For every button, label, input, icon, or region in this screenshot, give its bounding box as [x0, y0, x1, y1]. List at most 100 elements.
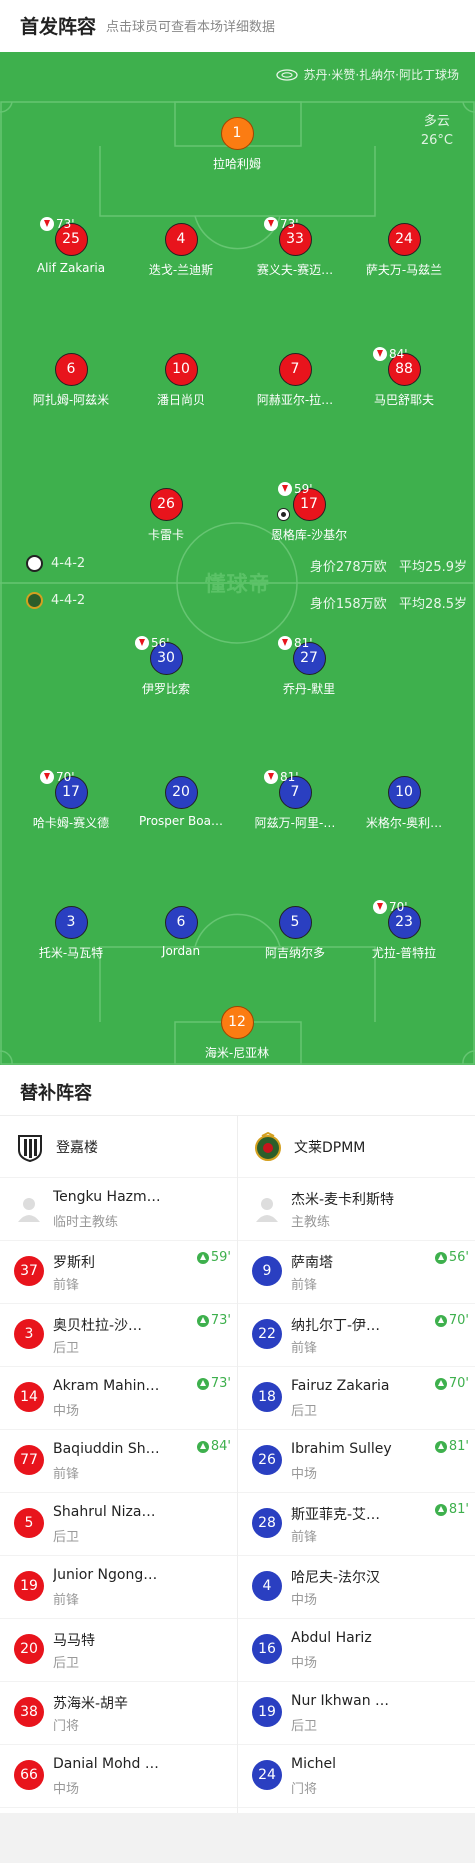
player-marker[interactable]: 30 56' 伊罗比索: [111, 636, 221, 697]
sub-player-position: 前锋: [53, 1278, 80, 1293]
sub-off-icon: [278, 482, 292, 496]
sub-player-position: 中场: [53, 1404, 80, 1419]
away-coach-name: 杰米-麦卡利斯特: [291, 1192, 395, 1208]
sub-off-badge: 70': [40, 770, 75, 784]
sub-on-time: 70': [448, 1376, 469, 1391]
sub-player-position: 前锋: [53, 1467, 80, 1482]
home-value-info: 身价278万欧 平均25.9岁: [310, 556, 467, 575]
sub-off-time: 81': [280, 770, 299, 784]
player-marker[interactable]: 6 Jordan: [126, 906, 236, 958]
player-marker[interactable]: 27 81' 乔丹-默里: [254, 636, 364, 697]
sub-player-number: 9: [252, 1256, 282, 1286]
home-coach[interactable]: Tengku Hazman 临时主教练: [0, 1178, 237, 1241]
sub-player-row[interactable]: 28 斯亚菲克-艾… 前锋 81': [238, 1493, 475, 1556]
away-team-logo-icon: [255, 1131, 281, 1161]
sub-off-icon: [40, 217, 54, 231]
sub-player-name: Abdul Hariz: [291, 1630, 372, 1646]
sub-player-row[interactable]: 14 Akram Mahinan 中场 73': [0, 1367, 237, 1430]
sub-player-row[interactable]: 26 Ibrahim Sulley 中场 81': [238, 1430, 475, 1493]
sub-player-position: 后卫: [291, 1719, 318, 1734]
player-marker[interactable]: 10 潘日尚贝: [126, 353, 236, 408]
sub-player-row[interactable]: 18 Fairuz Zakaria 后卫 70': [238, 1367, 475, 1430]
player-name: 尤拉-普特拉: [371, 946, 437, 960]
sub-off-time: 70': [56, 770, 75, 784]
player-marker[interactable]: 12 海米-尼亚林: [182, 1006, 292, 1061]
sub-off-badge: 70': [373, 900, 408, 914]
player-name: 阿扎姆-阿兹米: [32, 393, 110, 407]
player-marker[interactable]: 1 拉哈利姆: [182, 117, 292, 172]
player-number: 6: [164, 906, 198, 939]
sub-player-number: 3: [14, 1319, 44, 1349]
player-marker[interactable]: 7 阿赫亚尔-拉…: [240, 353, 350, 408]
home-team-row[interactable]: 登嘉楼: [0, 1116, 237, 1178]
player-marker[interactable]: 6 阿扎姆-阿兹米: [16, 353, 126, 408]
player-marker[interactable]: 17 70' 哈卡姆-赛义德: [16, 770, 126, 831]
venue: 苏丹·米赞·扎纳尔·阿比丁球场: [275, 66, 459, 83]
player-marker[interactable]: 7 81' 阿兹万-阿里-…: [240, 770, 350, 831]
player-name: 米格尔-奥利…: [365, 816, 443, 830]
sub-on-icon: [196, 1251, 209, 1264]
away-coach[interactable]: 杰米-麦卡利斯特 主教练: [238, 1178, 475, 1241]
away-formation: 4-4-2: [26, 592, 85, 609]
sub-player-row[interactable]: 24 Michel 门将: [238, 1745, 475, 1808]
sub-off-badge: 73': [40, 217, 75, 231]
sub-player-row[interactable]: 22 纳扎尔丁-伊… 前锋 70': [238, 1304, 475, 1367]
sub-player-number: 19: [252, 1697, 282, 1727]
sub-player-row[interactable]: 9 萨南塔 前锋 56': [238, 1241, 475, 1304]
player-marker[interactable]: 88 84' 马巴舒耶夫: [349, 347, 459, 408]
player-name: 潘日尚贝: [156, 393, 205, 407]
sub-player-number: 5: [14, 1508, 44, 1538]
sub-player-row[interactable]: 20 马马特 后卫: [0, 1619, 237, 1682]
player-marker[interactable]: 4 迭戈-兰迪斯: [126, 223, 236, 278]
sub-player-name: 苏海米-胡辛: [53, 1696, 129, 1712]
coach-avatar-icon: [18, 1198, 40, 1222]
away-team-row[interactable]: 文莱DPMM: [238, 1116, 475, 1178]
player-marker[interactable]: 17 59' 恩格库-沙基尔: [254, 482, 364, 543]
player-marker[interactable]: 26 卡雷卡: [111, 488, 221, 543]
sub-player-row[interactable]: 4 哈尼夫-法尔汉 中场: [238, 1556, 475, 1619]
home-team-logo-icon: [26, 555, 43, 572]
sub-player-number: 24: [252, 1760, 282, 1790]
sub-player-row[interactable]: 77 Baqiuddin Sh… 前锋 84': [0, 1430, 237, 1493]
player-marker[interactable]: 5 阿吉纳尔多: [240, 906, 350, 961]
sub-on-icon: [434, 1440, 447, 1453]
sub-player-row[interactable]: 66 Danial Mohd … 中场: [0, 1745, 237, 1808]
sub-player-position: 门将: [53, 1719, 80, 1734]
subs-header: 替补阵容: [0, 1065, 475, 1116]
player-marker[interactable]: 25 73' Alif Zakaria: [16, 217, 126, 275]
pitch: 苏丹·米赞·扎纳尔·阿比丁球场 多云 26°C 懂球帝 4-4-2 身价278万…: [0, 52, 475, 1065]
sub-player-row[interactable]: 16 Abdul Hariz 中场: [238, 1619, 475, 1682]
sub-player-name: Fairuz Zakaria: [291, 1378, 390, 1394]
player-marker[interactable]: 10 米格尔-奥利…: [349, 776, 459, 831]
sub-off-time: 56': [151, 636, 170, 650]
sub-on-badge: 81': [434, 1439, 469, 1454]
player-name: Alif Zakaria: [36, 261, 106, 275]
player-marker[interactable]: 33 73' 赛义夫-赛迈…: [240, 217, 350, 278]
away-formation-value: 4-4-2: [51, 593, 86, 608]
coach-avatar-icon: [256, 1198, 278, 1222]
player-number: 10: [164, 353, 198, 386]
player-name: 哈卡姆-赛义德: [32, 816, 110, 830]
sub-on-icon: [434, 1377, 447, 1390]
player-name: 萨夫万-马兹兰: [365, 263, 443, 277]
player-marker[interactable]: 23 70' 尤拉-普特拉: [349, 900, 459, 961]
player-number: 12: [220, 1006, 254, 1039]
player-name: 阿吉纳尔多: [264, 946, 325, 960]
sub-player-row[interactable]: 19 Nur Ikhwan O… 后卫: [238, 1682, 475, 1745]
sub-off-badge: 73': [264, 217, 299, 231]
player-marker[interactable]: 3 托米-马瓦特: [16, 906, 126, 961]
player-name: 卡雷卡: [147, 528, 184, 542]
player-name: 海米-尼亚林: [204, 1046, 270, 1060]
sub-player-name: Michel: [291, 1756, 337, 1772]
player-marker[interactable]: 20 Prosper Boa…: [126, 776, 236, 828]
sub-player-row[interactable]: 3 奥贝杜拉-沙… 后卫 73': [0, 1304, 237, 1367]
player-name: 阿兹万-阿里-…: [254, 816, 336, 830]
sub-player-row[interactable]: 37 罗斯利 前锋 59': [0, 1241, 237, 1304]
player-marker[interactable]: 24 萨夫万-马兹兰: [349, 223, 459, 278]
sub-player-number: 28: [252, 1508, 282, 1538]
sub-on-badge: 59': [196, 1250, 231, 1265]
sub-player-row[interactable]: 5 Shahrul Niza… 后卫: [0, 1493, 237, 1556]
sub-player-row[interactable]: 19 Junior Ngong … 前锋: [0, 1556, 237, 1619]
sub-player-row[interactable]: 38 苏海米-胡辛 门将: [0, 1682, 237, 1745]
sub-on-time: 59': [210, 1250, 231, 1265]
